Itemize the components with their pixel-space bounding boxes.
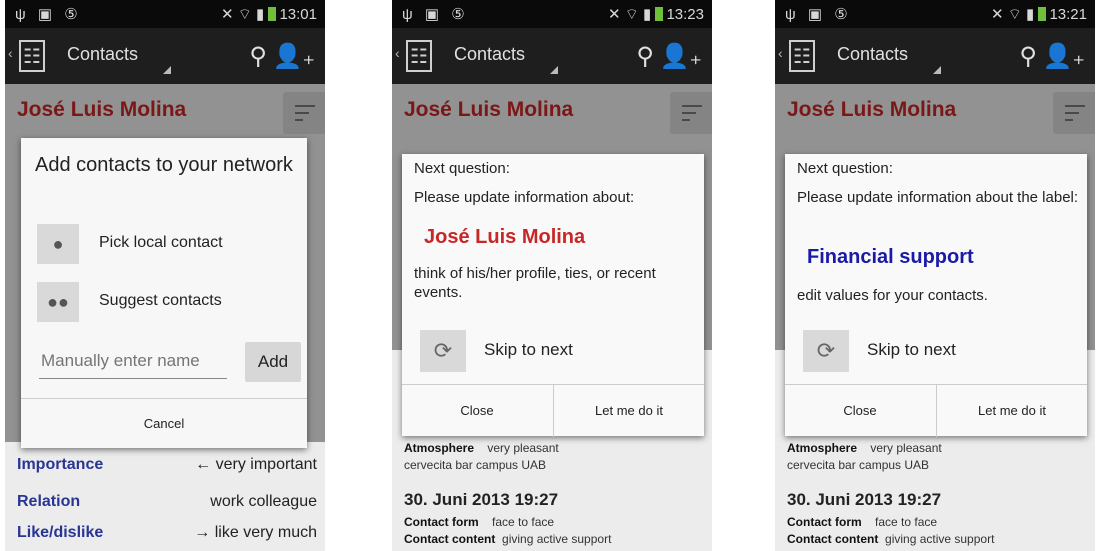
event-date: 30. Juni 2013 19:27	[404, 490, 559, 509]
status-time: 13:21	[1049, 6, 1087, 23]
let-me-do-it-button[interactable]: Let me do it	[553, 385, 704, 437]
contact-form-row: Contact form face to face	[404, 515, 555, 529]
search-icon[interactable]: ⚲	[249, 42, 267, 71]
phone-screen-add-contacts: ψ ▣ ⑤ ✕ ⌔ ▮ 13:01 ‹ ☷ Contacts ⚲ 👤₊ José…	[5, 0, 325, 551]
manual-name-input[interactable]	[39, 344, 227, 379]
back-chevron-icon[interactable]: ‹	[395, 45, 400, 61]
dialog-header: Next question:	[797, 160, 893, 177]
status-time: 13:23	[666, 6, 704, 23]
attribute-label: Like/dislike	[17, 524, 104, 541]
back-chevron-icon[interactable]: ‹	[8, 45, 13, 61]
skip-to-next-button[interactable]: ⟳ Skip to next	[803, 330, 1073, 372]
status-time: 13:01	[279, 6, 317, 23]
next-question-dialog: Next question: Please update information…	[402, 154, 704, 437]
skip-label: Skip to next	[484, 340, 573, 359]
attribute-row[interactable]: Like/dislike → like very much	[17, 524, 317, 542]
add-button[interactable]: Add	[245, 342, 301, 382]
action-bar: ‹ ☷ Contacts ⚲ 👤₊	[5, 28, 325, 84]
add-contact-icon[interactable]: 👤₊	[272, 42, 315, 71]
dialog-header: Next question:	[414, 160, 510, 177]
status-icons-right: ✕ ⌔ ▮ 13:21	[991, 6, 1087, 23]
dialog-title: Add contacts to your network	[35, 154, 293, 176]
spinner-indicator-icon	[550, 66, 558, 74]
add-contact-icon[interactable]: 👤₊	[1042, 42, 1085, 71]
atmosphere-row: Atmosphere very pleasant	[787, 441, 942, 455]
status-bar: ψ ▣ ⑤ ✕ ⌔ ▮ 13:01	[5, 0, 325, 28]
status-icons-left: ψ ▣ ⑤	[402, 6, 469, 23]
question-text: Please update information about the labe…	[797, 189, 1079, 206]
refresh-icon: ⟳	[420, 330, 466, 372]
action-bar: ‹ ☷ Contacts ⚲ 👤₊	[392, 28, 712, 84]
question-hint: edit values for your contacts.	[797, 287, 988, 304]
status-icons-right: ✕ ⌔ ▮ 13:01	[221, 6, 317, 23]
spinner-indicator-icon	[933, 66, 941, 74]
add-contacts-dialog: Add contacts to your network ● Pick loca…	[21, 138, 307, 448]
app-logo-icon[interactable]: ☷	[19, 40, 45, 72]
status-bar: ψ ▣ ⑤ ✕ ⌔ ▮ 13:21	[775, 0, 1095, 28]
add-contact-icon[interactable]: 👤₊	[659, 42, 702, 71]
dialog-buttons: Close Let me do it	[785, 384, 1087, 437]
contact-content-row: Contact content giving active support	[787, 532, 995, 546]
question-focus: Financial support	[807, 246, 974, 268]
status-icons-left: ψ ▣ ⑤	[785, 6, 852, 23]
screen-title[interactable]: Contacts	[454, 44, 525, 65]
question-focus: José Luis Molina	[424, 226, 586, 248]
battery-icon	[1038, 7, 1047, 21]
event-place: cervecita bar campus UAB	[404, 458, 547, 472]
battery-icon	[268, 7, 277, 21]
search-icon[interactable]: ⚲	[1019, 42, 1037, 71]
status-icons-left: ψ ▣ ⑤	[15, 6, 82, 23]
event-date: 30. Juni 2013 19:27	[787, 490, 942, 509]
attribute-label: Importance	[17, 456, 104, 473]
screen-title[interactable]: Contacts	[67, 44, 138, 65]
event-place: cervecita bar campus UAB	[787, 458, 930, 472]
search-icon[interactable]: ⚲	[636, 42, 654, 71]
status-icons-right: ✕ ⌔ ▮ 13:23	[608, 6, 704, 23]
contact-content-row: Contact content giving active support	[404, 532, 612, 546]
skip-to-next-button[interactable]: ⟳ Skip to next	[420, 330, 690, 372]
attribute-row[interactable]: Importance ← very important	[17, 456, 317, 474]
battery-icon	[655, 7, 664, 21]
app-logo-icon[interactable]: ☷	[789, 40, 815, 72]
phone-screen-next-question-contact: ψ ▣ ⑤ ✕ ⌔ ▮ 13:23 ‹ ☷ Contacts ⚲ 👤₊ José…	[392, 0, 712, 551]
cancel-button[interactable]: Cancel	[21, 398, 307, 449]
status-bar: ψ ▣ ⑤ ✕ ⌔ ▮ 13:23	[392, 0, 712, 28]
attribute-value: → like very much	[194, 524, 317, 541]
dialog-buttons: Close Let me do it	[402, 384, 704, 437]
refresh-icon: ⟳	[803, 330, 849, 372]
atmosphere-row: Atmosphere very pleasant	[404, 441, 559, 455]
back-chevron-icon[interactable]: ‹	[778, 45, 783, 61]
contact-form-row: Contact form face to face	[787, 515, 938, 529]
phone-screen-next-question-label: ψ ▣ ⑤ ✕ ⌔ ▮ 13:21 ‹ ☷ Contacts ⚲ 👤₊ José…	[775, 0, 1095, 551]
attribute-row[interactable]: Relation work colleague	[17, 493, 317, 511]
attribute-value: ← very important	[195, 456, 317, 473]
attribute-value: work colleague	[210, 493, 317, 510]
option-label: Pick local contact	[99, 234, 223, 251]
close-button[interactable]: Close	[785, 385, 935, 437]
option-label: Suggest contacts	[99, 292, 222, 309]
close-button[interactable]: Close	[402, 385, 552, 437]
suggest-contacts-button[interactable]: ●● Suggest contacts	[37, 282, 297, 324]
attribute-label: Relation	[17, 493, 81, 510]
pick-local-contact-button[interactable]: ● Pick local contact	[37, 224, 297, 266]
person-icon: ●	[37, 224, 79, 264]
screen-title[interactable]: Contacts	[837, 44, 908, 65]
app-logo-icon[interactable]: ☷	[406, 40, 432, 72]
action-bar: ‹ ☷ Contacts ⚲ 👤₊	[775, 28, 1095, 84]
group-icon: ●●	[37, 282, 79, 322]
let-me-do-it-button[interactable]: Let me do it	[936, 385, 1087, 437]
question-text: Please update information about:	[414, 189, 635, 206]
skip-label: Skip to next	[867, 340, 956, 359]
spinner-indicator-icon	[163, 66, 171, 74]
next-question-dialog: Next question: Please update information…	[785, 154, 1087, 437]
question-hint: think of his/her profile, ties, or recen…	[414, 265, 656, 301]
